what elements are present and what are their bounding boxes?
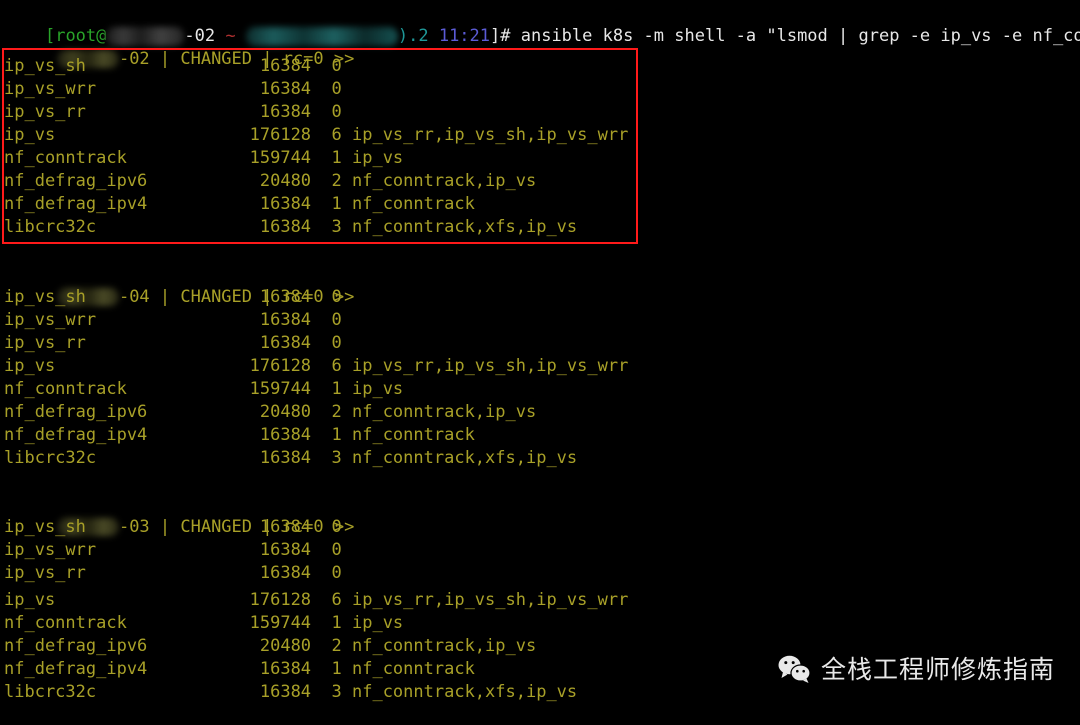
module-row: ip_vs 176128 6 ip_vs_rr,ip_vs_sh,ip_vs_w… <box>4 589 628 612</box>
module-row: ip_vs_wrr 16384 0 <box>4 309 342 332</box>
module-line-text: nf_conntrack 159744 1 ip_vs <box>4 379 404 399</box>
module-row: nf_conntrack 159744 1 ip_vs <box>4 612 403 635</box>
module-line-text: ip_vs 176128 6 ip_vs_rr,ip_vs_sh,ip_vs_w… <box>4 356 629 376</box>
wechat-icon <box>778 655 812 684</box>
module-line-text: ip_vs_rr 16384 0 <box>4 563 342 583</box>
module-row: ip_vs_rr 16384 0 <box>4 332 342 355</box>
module-line-text: ip_vs_sh 16384 0 <box>4 517 342 537</box>
module-row: nf_defrag_ipv6 20480 2 nf_conntrack,ip_v… <box>4 170 536 193</box>
module-row: nf_defrag_ipv4 16384 1 nf_conntrack <box>4 658 475 681</box>
module-row: nf_defrag_ipv6 20480 2 nf_conntrack,ip_v… <box>4 635 536 658</box>
module-line-text: ip_vs_wrr 16384 0 <box>4 540 342 560</box>
module-line-text: ip_vs_wrr 16384 0 <box>4 79 342 99</box>
module-line-text: libcrc32c 16384 3 nf_conntrack,xfs,ip_vs <box>4 682 578 702</box>
module-row: nf_defrag_ipv6 20480 2 nf_conntrack,ip_v… <box>4 401 536 424</box>
module-line-text: libcrc32c 16384 3 nf_conntrack,xfs,ip_vs <box>4 217 578 237</box>
module-row: ip_vs_sh 16384 0 <box>4 55 342 78</box>
module-line-text: nf_defrag_ipv6 20480 2 nf_conntrack,ip_v… <box>4 402 537 422</box>
module-row: ip_vs_rr 16384 0 <box>4 562 342 585</box>
module-line-text: nf_defrag_ipv6 20480 2 nf_conntrack,ip_v… <box>4 636 537 656</box>
module-row: ip_vs_wrr 16384 0 <box>4 78 342 101</box>
module-line-text: nf_conntrack 159744 1 ip_vs <box>4 148 404 168</box>
module-line-text: nf_defrag_ipv4 16384 1 nf_conntrack <box>4 194 475 214</box>
module-row: libcrc32c 16384 3 nf_conntrack,xfs,ip_vs <box>4 447 577 470</box>
module-line-text: nf_defrag_ipv6 20480 2 nf_conntrack,ip_v… <box>4 171 537 191</box>
module-line-text: ip_vs 176128 6 ip_vs_rr,ip_vs_sh,ip_vs_w… <box>4 125 629 145</box>
module-line-text: ip_vs_rr 16384 0 <box>4 102 342 122</box>
module-row: ip_vs 176128 6 ip_vs_rr,ip_vs_sh,ip_vs_w… <box>4 124 628 147</box>
watermark: 全栈工程师修炼指南 <box>778 655 1055 684</box>
module-row: nf_conntrack 159744 1 ip_vs <box>4 378 403 401</box>
module-row: ip_vs_sh 16384 0 <box>4 286 342 309</box>
terminal-window[interactable]: [root@ -02 ~ ).2 11:21]# ansible k8s -m s… <box>0 0 1080 725</box>
module-row: libcrc32c 16384 3 nf_conntrack,xfs,ip_vs <box>4 216 577 239</box>
module-row: ip_vs_wrr 16384 0 <box>4 539 342 562</box>
module-line-text: nf_defrag_ipv4 16384 1 nf_conntrack <box>4 659 475 679</box>
module-line-text: nf_conntrack 159744 1 ip_vs <box>4 613 404 633</box>
prompt-sigil: ]# <box>490 26 521 46</box>
module-line-text: ip_vs_sh 16384 0 <box>4 287 342 307</box>
module-row: ip_vs_sh 16384 0 <box>4 516 342 539</box>
module-row: nf_defrag_ipv4 16384 1 nf_conntrack <box>4 193 475 216</box>
watermark-text: 全栈工程师修炼指南 <box>821 655 1056 684</box>
module-row: nf_conntrack 159744 1 ip_vs <box>4 147 403 170</box>
module-row: nf_defrag_ipv4 16384 1 nf_conntrack <box>4 424 475 447</box>
module-line-text: ip_vs 176128 6 ip_vs_rr,ip_vs_sh,ip_vs_w… <box>4 590 629 610</box>
command-text: ansible k8s -m shell -a "lsmod | grep -e… <box>520 26 1080 46</box>
prompt-time: 11:21 <box>438 26 491 46</box>
module-line-text: ip_vs_rr 16384 0 <box>4 333 342 353</box>
module-row: ip_vs 176128 6 ip_vs_rr,ip_vs_sh,ip_vs_w… <box>4 355 628 378</box>
module-line-text: nf_defrag_ipv4 16384 1 nf_conntrack <box>4 425 475 445</box>
prompt-path-tail: ).2 <box>397 26 429 46</box>
module-line-text: libcrc32c 16384 3 nf_conntrack,xfs,ip_vs <box>4 448 578 468</box>
module-line-text: ip_vs_wrr 16384 0 <box>4 310 342 330</box>
module-row: ip_vs_rr 16384 0 <box>4 101 342 124</box>
module-line-text: ip_vs_sh 16384 0 <box>4 56 342 76</box>
module-row: libcrc32c 16384 3 nf_conntrack,xfs,ip_vs <box>4 681 577 704</box>
